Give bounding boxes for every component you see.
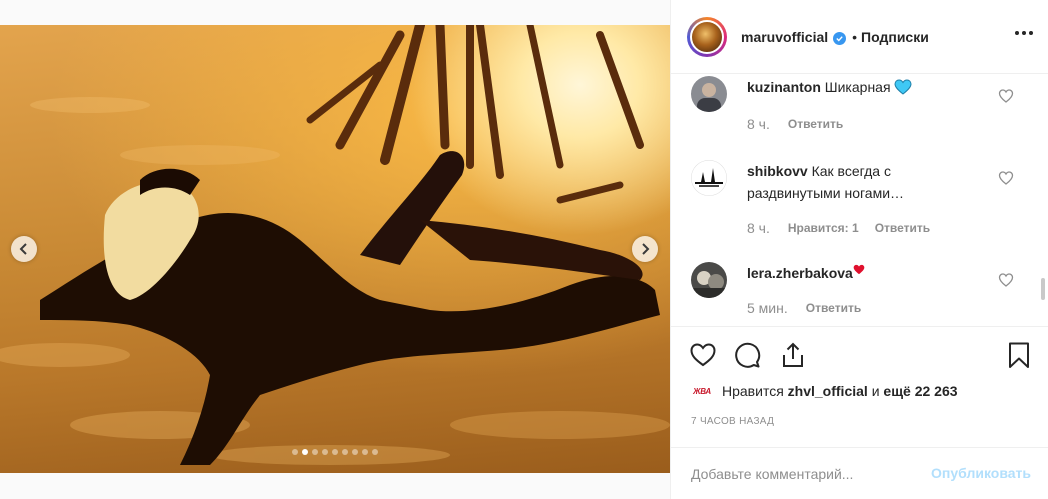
comment-text: lera.zherbakova [747, 262, 987, 284]
next-slide-button[interactable] [632, 236, 658, 262]
comment-username[interactable]: shibkovv [747, 163, 808, 179]
comment-meta: 8 ч. Нравится: 1 Ответить [747, 220, 946, 236]
likes-summary: ЖВА Нравится zhvl_official и ещё 22 263 [691, 383, 957, 399]
liker-avatar[interactable]: ЖВА [691, 383, 713, 399]
comment-message: Шикарная [824, 79, 891, 95]
carousel-dot [302, 449, 308, 455]
bookmark-icon[interactable] [1005, 341, 1033, 369]
comment-meta: 8 ч. Ответить [747, 116, 859, 132]
author-username-text[interactable]: maruvofficial [741, 29, 828, 45]
add-comment-bar: Опубликовать [671, 447, 1048, 499]
heart-outline-icon[interactable] [689, 341, 717, 369]
carousel-dot [312, 449, 318, 455]
following-button[interactable]: Подписки [861, 29, 929, 45]
likes-count[interactable]: ещё 22 263 [883, 383, 957, 399]
carousel-dot [372, 449, 378, 455]
post-image[interactable] [0, 25, 670, 473]
author-username[interactable]: maruvofficial [741, 29, 847, 45]
beach-bonfire-photo [0, 25, 670, 465]
comment-avatar[interactable] [691, 76, 727, 112]
comment-text: shibkovv Как всегда с раздвинутыми ногам… [747, 160, 987, 204]
comments-list[interactable]: kuzinanton Шикарная 8 ч. Ответить shibko… [671, 74, 1033, 326]
comment-time: 8 ч. [747, 116, 770, 132]
carousel-dot [352, 449, 358, 455]
carousel-dot [292, 449, 298, 455]
reply-button[interactable]: Ответить [788, 117, 843, 131]
comment-like-heart-icon[interactable] [998, 88, 1014, 104]
comment-text: kuzinanton Шикарная [747, 76, 987, 98]
reply-button[interactable]: Ответить [806, 301, 861, 315]
comment-like-heart-icon[interactable] [998, 272, 1014, 288]
carousel-dot [362, 449, 368, 455]
comment-meta: 5 мин. Ответить [747, 300, 877, 316]
liker-avatar-text: ЖВА [693, 386, 711, 396]
more-dots-icon[interactable] [1015, 27, 1033, 39]
blue-heart-icon [894, 79, 912, 95]
comment-time: 8 ч. [747, 220, 770, 236]
carousel-dot [342, 449, 348, 455]
comment-avatar[interactable] [691, 160, 727, 196]
post-actions: ЖВА Нравится zhvl_official и ещё 22 263 … [671, 326, 1048, 446]
comment-likes-count[interactable]: Нравится: 1 [788, 221, 859, 235]
likes-prefix: Нравится [722, 383, 784, 399]
comment-username[interactable]: lera.zherbakova [747, 265, 853, 281]
publish-button[interactable]: Опубликовать [931, 465, 1031, 481]
chevron-right-icon [642, 243, 650, 255]
chevron-left-icon [19, 243, 27, 255]
comment-avatar[interactable] [691, 262, 727, 298]
author-avatar[interactable] [687, 16, 727, 57]
comment-like-heart-icon[interactable] [998, 170, 1014, 186]
carousel-dot [322, 449, 328, 455]
comment-time: 5 мин. [747, 300, 788, 316]
red-heart-icon [853, 264, 865, 275]
share-icon[interactable] [779, 341, 807, 369]
comments-scrollbar[interactable] [1041, 278, 1045, 300]
post-timestamp[interactable]: 7 ЧАСОВ НАЗАД [691, 416, 774, 427]
liker-username[interactable]: zhvl_official [788, 383, 868, 399]
header-separator: • [852, 28, 858, 45]
comment-username[interactable]: kuzinanton [747, 79, 821, 95]
carousel-indicator [0, 449, 670, 455]
post-details-panel: maruvofficial • Подписки kuzinanton Шика… [670, 0, 1048, 499]
previous-slide-button[interactable] [11, 236, 37, 262]
likes-and: и [871, 383, 880, 399]
reply-button[interactable]: Ответить [875, 221, 930, 235]
carousel-dot [332, 449, 338, 455]
verified-badge-icon [833, 31, 847, 45]
comment-input[interactable] [691, 465, 911, 482]
comment-bubble-icon[interactable] [733, 341, 761, 369]
post-header: maruvofficial • Подписки [671, 0, 1048, 74]
